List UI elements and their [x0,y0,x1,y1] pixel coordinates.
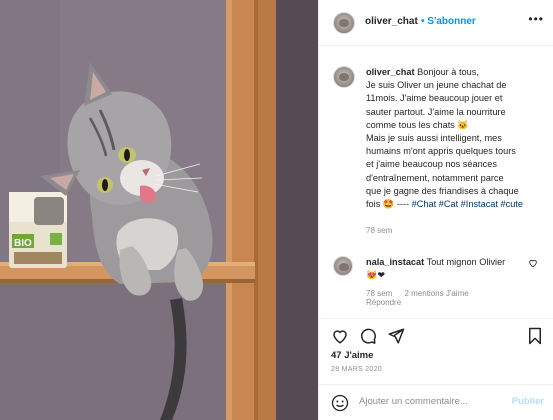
more-options-button[interactable]: ••• [528,12,544,26]
comment-input[interactable]: Ajouter un commentaire... [359,396,468,407]
comment-like-heart-icon[interactable] [528,258,538,268]
caption-line: que je gagne des friandises à chaque [366,185,519,196]
post-header: oliver_chat • S'abonner ••• [319,0,553,46]
caption-author-username[interactable]: oliver_chat [366,67,415,77]
caption-line: d'entraînement, notamment parce [366,172,504,183]
reply-button[interactable]: Répondre [366,298,401,307]
caption-line: Mais je suis aussi intelligent, mes [366,133,502,144]
caption-text: oliver_chat Bonjour à tous, Je suis Oliv… [366,66,548,211]
comment-likes-count[interactable]: 2 mentions J'aime [404,289,468,298]
comment-bubble-icon[interactable] [359,327,377,345]
caption-line: sauter partout. J'aime la nourriture [366,106,506,117]
comment-emojis: 😻❤ [366,270,386,280]
publish-button[interactable]: Publier [512,396,544,407]
product-bag: BIO [9,192,67,268]
comment-body: Tout mignon Olivier [426,257,506,267]
cat-photo-illustration: BIO [0,0,318,420]
caption-line: humains m'ont appris quelques tours [366,146,516,157]
hashtags-link[interactable]: #Chat #Cat #Instacat #cute [412,199,523,209]
caption-line: Bonjour à tous, [417,67,479,77]
post-date: 28 MARS 2020 [331,366,383,373]
post-side-panel: oliver_chat • S'abonner ••• oliver_chat … [318,0,553,420]
commenter-avatar[interactable] [333,256,353,276]
follow-label: S'abonner [427,16,476,27]
share-send-icon[interactable] [387,327,405,345]
caption-line: fois 🤩 ---- [366,199,412,210]
svg-text:BIO: BIO [14,238,32,249]
commenter-username[interactable]: nala_instacat [366,257,424,267]
comment-text: nala_instacat Tout mignon Olivier 😻❤ [366,256,516,282]
caption-line: comme tous les chats 🐱 [366,119,469,130]
follow-button[interactable]: • S'abonner [421,16,476,27]
post-photo[interactable]: BIO [0,0,318,420]
comment-timestamp: 78 sem [366,289,393,298]
comment-meta: 78 sem 2 mentions J'aime [366,289,479,298]
add-comment-bar: Ajouter un commentaire... Publier [319,384,553,420]
like-heart-icon[interactable] [331,327,349,345]
caption-author-avatar[interactable] [333,66,355,88]
author-username[interactable]: oliver_chat [365,16,418,27]
bookmark-icon[interactable] [527,327,543,345]
caption-line: Je suis Oliver un jeune chachat de [366,80,507,91]
caption-line: 11mois. J'aime beaucoup jouer et [366,93,503,104]
caption-line: et j'aime beaucoup nos séances [366,159,497,170]
emoji-smiley-icon[interactable] [331,394,349,412]
comment-item: nala_instacat Tout mignon Olivier 😻❤ 78 … [319,252,553,312]
author-avatar[interactable] [333,12,355,34]
likes-count[interactable]: 47 J'aime [331,350,373,361]
caption-timestamp: 78 sem [366,226,393,235]
